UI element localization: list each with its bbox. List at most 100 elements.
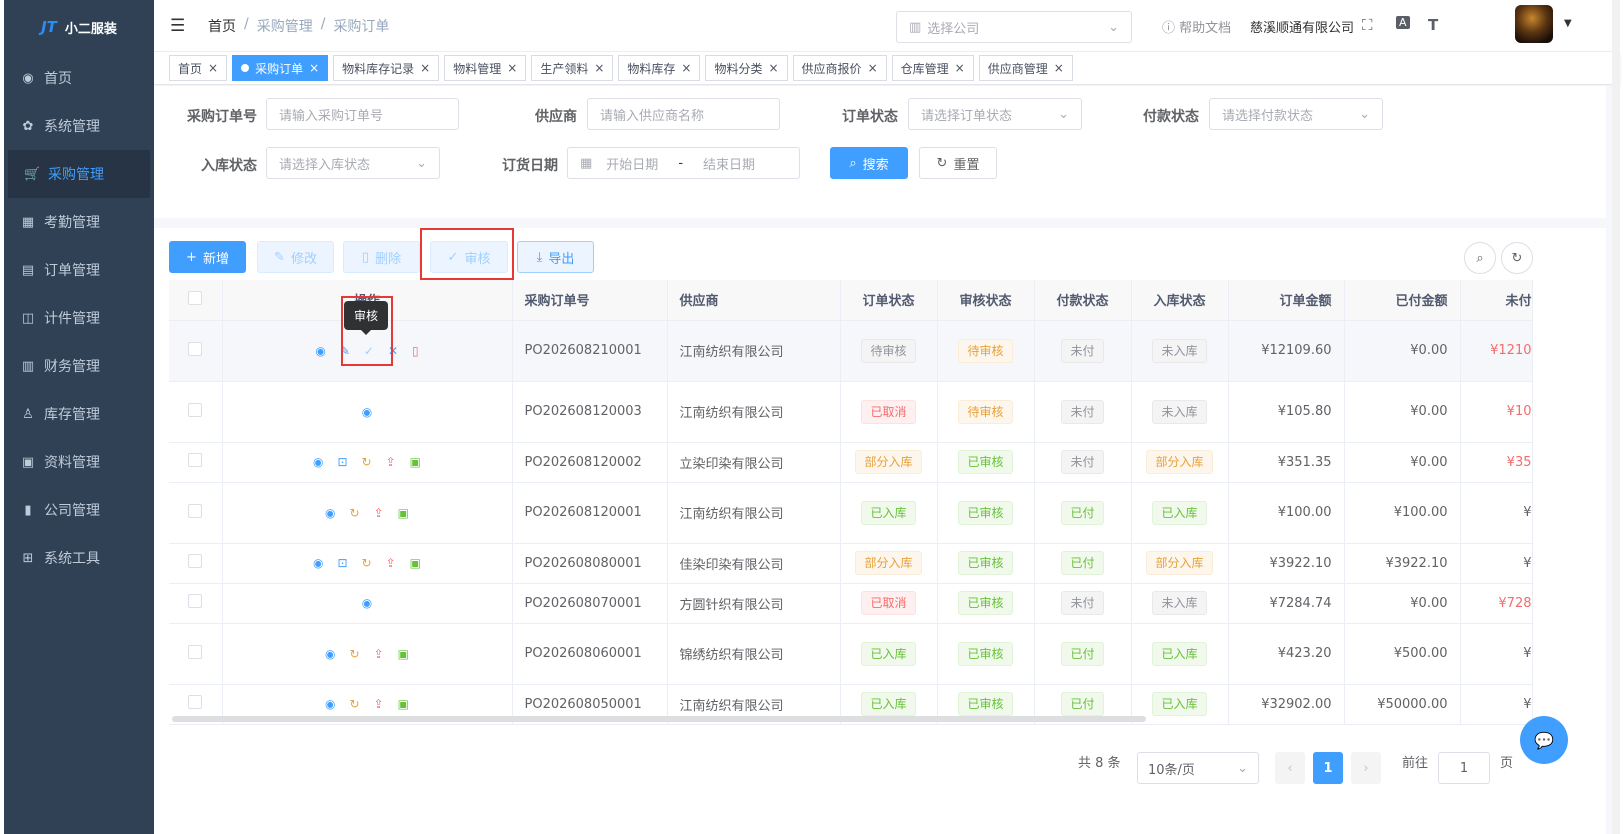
eye-icon[interactable]: ◉ [315, 344, 325, 358]
sidebar-item-4[interactable]: ▤ 订单管理 [4, 246, 154, 294]
tab-3[interactable]: 物料管理 × [444, 55, 527, 81]
eye-icon[interactable]: ◉ [325, 506, 335, 520]
select-all-checkbox[interactable] [188, 290, 203, 305]
page-1-button[interactable]: 1 [1313, 752, 1343, 784]
eye-icon[interactable]: ◉ [362, 596, 372, 610]
row-select-cell[interactable] [169, 623, 223, 685]
row-checkbox[interactable] [188, 453, 203, 467]
close-icon[interactable]: × [1054, 61, 1064, 75]
rollback-icon[interactable]: ↻ [350, 647, 360, 661]
return-icon[interactable]: ⇪ [386, 556, 396, 570]
row-select-cell[interactable] [169, 381, 223, 443]
payment-icon[interactable]: ▣ [398, 647, 409, 661]
supplier-input[interactable]: 请输入供应商名称 [587, 98, 780, 130]
close-icon[interactable]: × [681, 61, 691, 75]
sidebar-item-8[interactable]: ▣ 资料管理 [4, 438, 154, 486]
row-select-cell[interactable] [169, 583, 223, 624]
table-row[interactable]: ◉ ↻ ⇪ ▣ PO202608060001 锦绣纺织有限公司 已入库 已审核 已付 已入库 ¥42… [169, 623, 1533, 685]
search-button[interactable]: ⌕ 搜索 [830, 147, 908, 179]
return-icon[interactable]: ⇪ [374, 647, 384, 661]
language-icon[interactable]: A [1396, 16, 1410, 29]
eye-icon[interactable]: ◉ [313, 556, 323, 570]
table-row[interactable]: ◉ ↻ ⇪ ▣ PO202608120001 江南纺织有限公司 已入库 已审核 已付 已入库 ¥10… [169, 482, 1533, 544]
close-icon[interactable]: × [309, 61, 319, 75]
tab-5[interactable]: 物料库存 × [618, 55, 701, 81]
row-checkbox[interactable] [188, 695, 203, 709]
row-select-cell[interactable] [169, 482, 223, 544]
close-icon[interactable]: × [208, 61, 218, 75]
refresh-button[interactable]: ↻ [1501, 242, 1533, 274]
sidebar-item-10[interactable]: ⊞ 系统工具 [4, 534, 154, 582]
sidebar-item-6[interactable]: ▥ 财务管理 [4, 342, 154, 390]
row-checkbox[interactable] [188, 503, 203, 518]
close-icon[interactable]: × [955, 61, 965, 75]
edit-button[interactable]: ✎ 修改 [257, 241, 334, 273]
app-logo[interactable]: JT 小二服装 [4, 0, 154, 54]
row-checkbox[interactable] [188, 341, 203, 356]
rollback-icon[interactable]: ↻ [350, 697, 360, 711]
export-button[interactable]: ⤓ 导出 [517, 241, 594, 273]
close-icon[interactable]: × [768, 61, 778, 75]
row-checkbox[interactable] [188, 402, 203, 417]
receive-icon[interactable]: ⊡ [337, 455, 347, 469]
order-no-input[interactable]: 请输入采购订单号 [266, 98, 459, 130]
caret-down-icon[interactable]: ▼ [1564, 18, 1572, 29]
payment-icon[interactable]: ▣ [410, 556, 421, 570]
trash-icon[interactable]: ▯ [412, 344, 419, 358]
add-button[interactable]: + 新增 [169, 241, 246, 273]
vertical-scrollbar[interactable] [1612, 0, 1620, 834]
eye-icon[interactable]: ◉ [362, 405, 372, 419]
prev-page-button[interactable]: ‹ [1275, 752, 1305, 784]
sidebar-item-7[interactable]: ♙ 库存管理 [4, 390, 154, 438]
pay-status-select[interactable]: 请选择付款状态 ⌄ [1209, 98, 1383, 130]
table-row[interactable]: ◉ ⊡ ↻ ⇪ ▣ PO202608080001 佳染印染有限公司 部分入库 已审核 已付 部分入库… [169, 543, 1533, 584]
tab-8[interactable]: 仓库管理 × [891, 55, 974, 81]
reset-button[interactable]: ↻ 重置 [919, 147, 997, 179]
table-row[interactable]: ◉ PO202608070001 方圆针织有限公司 已取消 已审核 未付 未入库 ¥7284.… [169, 583, 1533, 624]
tab-9[interactable]: 供应商管理 × [978, 55, 1073, 81]
row-select-cell[interactable] [169, 320, 223, 382]
toggle-search-button[interactable]: ⌕ [1464, 242, 1496, 274]
rollback-icon[interactable]: ↻ [362, 455, 372, 469]
rollback-icon[interactable]: ↻ [362, 556, 372, 570]
close-icon[interactable]: × [507, 61, 517, 75]
row-select-cell[interactable] [169, 543, 223, 584]
row-checkbox[interactable] [188, 644, 203, 659]
return-icon[interactable]: ⇪ [374, 697, 384, 711]
eye-icon[interactable]: ◉ [325, 647, 335, 661]
receive-icon[interactable]: ⊡ [337, 556, 347, 570]
return-icon[interactable]: ⇪ [374, 506, 384, 520]
help-link[interactable]: ⓘ 帮助文档 [1162, 17, 1231, 36]
sidebar-item-3[interactable]: ▦ 考勤管理 [4, 198, 154, 246]
font-size-icon[interactable]: T [1428, 16, 1438, 34]
tab-0[interactable]: 首页 × [169, 55, 228, 81]
stock-status-select[interactable]: 请选择入库状态 ⌄ [266, 147, 440, 179]
tab-1[interactable]: 采购订单 × [232, 55, 329, 81]
sidebar-item-9[interactable]: ▮ 公司管理 [4, 486, 154, 534]
eye-icon[interactable]: ◉ [325, 697, 335, 711]
row-select-cell[interactable] [169, 442, 223, 483]
next-page-button[interactable]: › [1351, 752, 1381, 784]
select-all-header[interactable] [169, 280, 223, 321]
sidebar-item-0[interactable]: ◉ 首页 [4, 54, 154, 102]
rollback-icon[interactable]: ↻ [350, 506, 360, 520]
hamburger-icon[interactable]: ☰ [170, 16, 188, 36]
delete-button[interactable]: ▯ 删除 [343, 241, 420, 273]
close-icon[interactable]: × [594, 61, 604, 75]
tab-6[interactable]: 物料分类 × [705, 55, 788, 81]
horizontal-scrollbar[interactable] [172, 716, 1146, 722]
tab-4[interactable]: 生产领料 × [531, 55, 614, 81]
goto-page-input[interactable]: 1 [1438, 752, 1490, 784]
fullscreen-icon[interactable]: ⛶ [1362, 16, 1373, 34]
page-size-select[interactable]: 10条/页 ⌄ [1137, 752, 1259, 784]
payment-icon[interactable]: ▣ [398, 697, 409, 711]
company-select[interactable]: ▥ 选择公司 ⌄ [896, 11, 1132, 43]
tab-2[interactable]: 物料库存记录 × [333, 55, 440, 81]
breadcrumb-home[interactable]: 首页 [208, 16, 236, 36]
payment-icon[interactable]: ▣ [398, 506, 409, 520]
row-checkbox[interactable] [188, 554, 203, 568]
sidebar-item-2[interactable]: 🛒 采购管理 [8, 150, 150, 198]
tab-7[interactable]: 供应商报价 × [792, 55, 887, 81]
table-row[interactable]: ◉ ⊡ ↻ ⇪ ▣ PO202608120002 立染印染有限公司 部分入库 已审核 未付 部分入库… [169, 442, 1533, 483]
date-range-picker[interactable]: ▦ 开始日期 - 结束日期 [567, 147, 800, 179]
